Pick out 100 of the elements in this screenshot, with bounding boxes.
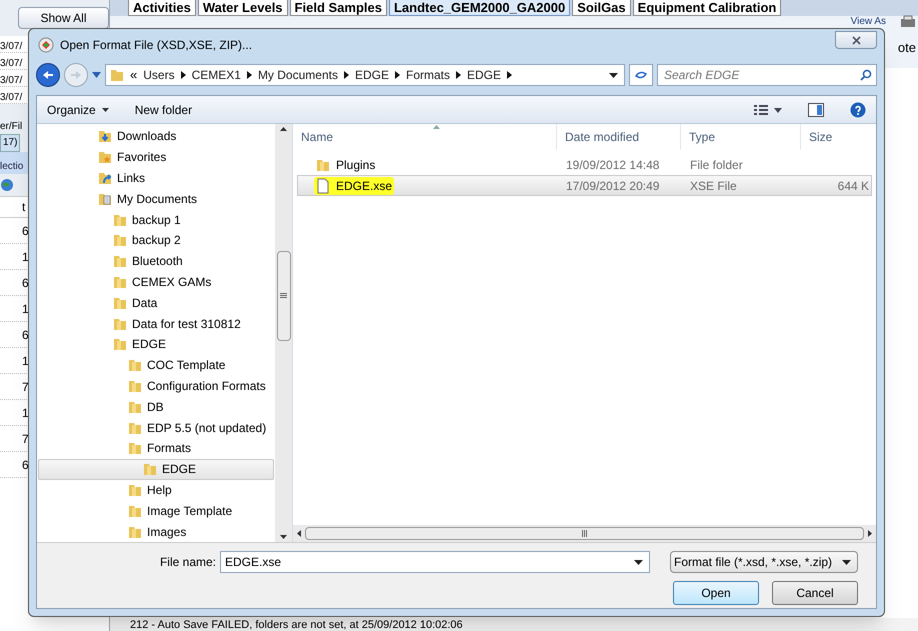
tree-item[interactable]: backup 1 (38, 209, 274, 230)
close-button[interactable] (835, 31, 877, 49)
table-cell-text: 6 (22, 274, 29, 292)
folder-icon (128, 358, 142, 372)
star-folder-icon (98, 150, 112, 164)
type-text: File folder (690, 158, 743, 172)
folder-icon (113, 233, 127, 248)
file-name[interactable]: Plugins (336, 156, 376, 174)
grip-icon (280, 293, 287, 299)
label-text: ote (898, 39, 916, 58)
address-bar[interactable]: « Users CEMEX1 My Documents EDGE Formats EDGE (105, 64, 625, 86)
tree-item[interactable]: COC Template (38, 354, 274, 376)
file-name[interactable]: EDGE.xse (336, 176, 392, 194)
table-cell-text: 1 (22, 300, 29, 318)
right-caret-icon[interactable] (507, 71, 512, 79)
tab[interactable]: Landtec_GEM2000_GA2000 (388, 0, 570, 16)
tree-item[interactable]: Formats (38, 438, 274, 459)
show-all-button[interactable]: Show All (18, 7, 109, 29)
tab[interactable]: Equipment Calibration (632, 0, 782, 16)
new-folder-button[interactable]: New folder (134, 100, 192, 118)
help-icon[interactable] (850, 102, 866, 118)
left-arrow-icon (42, 70, 54, 80)
down-arrow-icon[interactable] (280, 535, 287, 539)
right-arrow-icon[interactable] (868, 530, 872, 537)
breadcrumb[interactable]: EDGE (354, 66, 389, 84)
table-cell: 3/07/ (0, 75, 22, 86)
table-cell-text: 7 (22, 378, 29, 396)
dropdown-icon[interactable] (609, 72, 618, 78)
folder-icon (128, 441, 142, 456)
view-as-menu[interactable]: View As (850, 16, 886, 28)
column-header[interactable]: Date modified (557, 124, 681, 150)
column-header[interactable]: Type (681, 124, 801, 150)
file-type-dropdown[interactable]: Format file (*.xsd, *.xse, *.zip) (670, 551, 858, 573)
folder-icon (113, 254, 127, 268)
tree-item[interactable]: Links (38, 168, 274, 188)
tree-item[interactable]: Data (38, 292, 274, 314)
breadcrumb[interactable]: Formats (406, 66, 450, 84)
table-cell-text: 6 (22, 456, 29, 474)
tab[interactable]: Field Samples (290, 0, 387, 16)
column-header[interactable]: Size (801, 124, 876, 150)
right-caret-icon[interactable] (456, 71, 461, 79)
tab[interactable]: SoilGas (572, 0, 631, 16)
preview-pane-icon[interactable] (808, 102, 824, 116)
back-button[interactable] (36, 63, 60, 87)
date-text: 17/09/2012 20:49 (566, 178, 660, 192)
tree-item[interactable]: My Documents (38, 188, 274, 210)
tab[interactable]: Activities (128, 0, 196, 16)
folder-icon (128, 524, 142, 539)
table-cell-text: 1 (22, 404, 29, 422)
left-arrow-icon[interactable] (297, 530, 301, 537)
file-row[interactable]: Plugins 19/09/2012 14:48 File folder (297, 154, 872, 175)
horizontal-scrollbar[interactable] (293, 525, 876, 542)
refresh-button[interactable] (629, 64, 653, 86)
dropdown-icon[interactable] (634, 560, 643, 565)
document-icon (316, 178, 330, 194)
cancel-button[interactable]: Cancel (772, 581, 858, 605)
overflow-chevron[interactable]: « (130, 65, 138, 85)
search-field[interactable]: Search EDGE (657, 64, 877, 86)
folder-icon (113, 274, 127, 289)
right-caret-icon[interactable] (344, 71, 349, 79)
label-text: lectio (0, 161, 24, 172)
tree-item[interactable]: CEMEX GAMs (38, 272, 274, 292)
tree-item[interactable]: DB (38, 396, 274, 418)
tree-item[interactable]: EDGE (38, 458, 274, 480)
tab[interactable]: 17) (0, 134, 20, 152)
column-header[interactable]: Name (293, 124, 557, 150)
tree-item[interactable]: Favorites (38, 146, 274, 168)
tree-item[interactable]: Data for test 310812 (38, 313, 274, 334)
close-icon (852, 36, 860, 44)
tree-item[interactable]: Configuration Formats (38, 376, 274, 396)
open-button[interactable]: Open (673, 581, 759, 605)
table-cell-text: 6 (22, 326, 29, 344)
tree-item[interactable]: Images (38, 521, 274, 542)
right-caret-icon[interactable] (180, 71, 186, 79)
tree-item[interactable]: EDP 5.5 (not updated) (38, 417, 274, 438)
breadcrumb[interactable]: Users (143, 66, 175, 84)
view-options-icon[interactable] (754, 104, 782, 116)
tab[interactable]: Water Levels (198, 0, 288, 16)
tree-item[interactable]: Bluetooth (38, 250, 274, 272)
tree-item[interactable]: Image Template (38, 500, 274, 522)
file-row[interactable]: EDGE.xse 17/09/2012 20:49 XSE File 644 K (297, 175, 872, 196)
breadcrumb[interactable]: EDGE (467, 66, 502, 84)
tree-item[interactable]: EDGE (38, 334, 274, 355)
organize-menu[interactable]: Organize (47, 100, 109, 118)
file-name-field[interactable]: EDGE.xse (220, 551, 650, 573)
tree-item[interactable]: backup 2 (38, 230, 274, 251)
printer-icon[interactable] (900, 15, 916, 29)
up-arrow-icon[interactable] (280, 127, 287, 131)
tree-item[interactable]: Help (38, 480, 274, 500)
label-text: er/Fil (0, 121, 22, 132)
documents-folder-icon (98, 192, 112, 206)
tree-item[interactable]: Downloads (38, 126, 274, 147)
table-cell-text: 1 (22, 248, 29, 266)
right-caret-icon[interactable] (394, 71, 400, 79)
breadcrumb[interactable]: My Documents (258, 66, 338, 84)
scrollbar[interactable] (275, 124, 292, 542)
breadcrumb[interactable]: CEMEX1 (192, 66, 241, 84)
log-line: 212 - Auto Save FAILED, folders are not set, at 25/09/2012 10:02:06 (130, 618, 463, 630)
app-icon (38, 37, 54, 53)
right-caret-icon[interactable] (246, 71, 252, 79)
